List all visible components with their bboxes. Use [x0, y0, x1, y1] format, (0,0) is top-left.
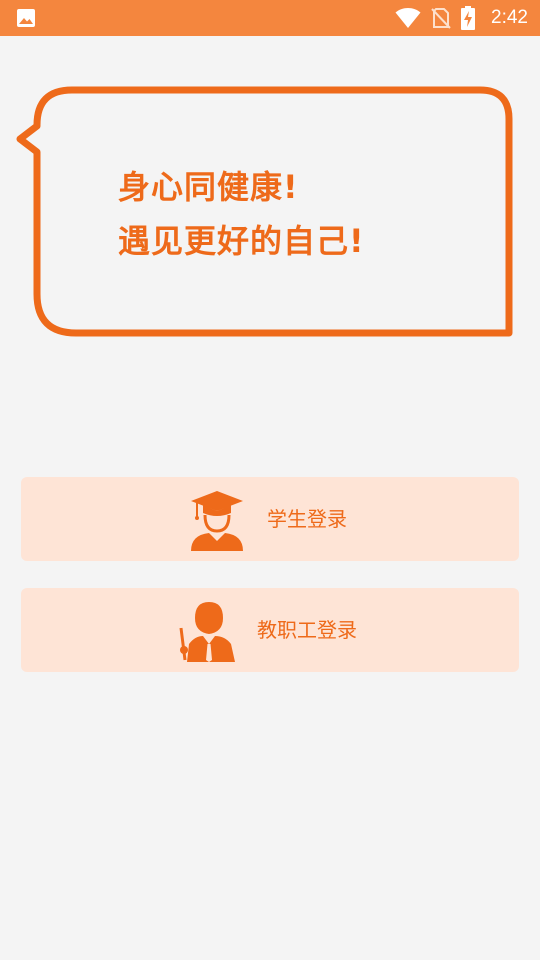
- slogan-line-1: 身心同健康!: [118, 168, 299, 206]
- student-login-label: 学生登录: [267, 507, 347, 531]
- graduate-student-icon: [191, 491, 243, 551]
- staff-login-label: 教职工登录: [257, 618, 357, 642]
- slogan-text: 身心同健康! 遇见更好的自己!: [118, 160, 365, 268]
- teacher-icon: [179, 602, 235, 662]
- slogan-line-2: 遇见更好的自己!: [118, 222, 365, 260]
- staff-login-button[interactable]: 教职工登录: [21, 588, 519, 672]
- student-login-button[interactable]: 学生登录: [21, 477, 519, 561]
